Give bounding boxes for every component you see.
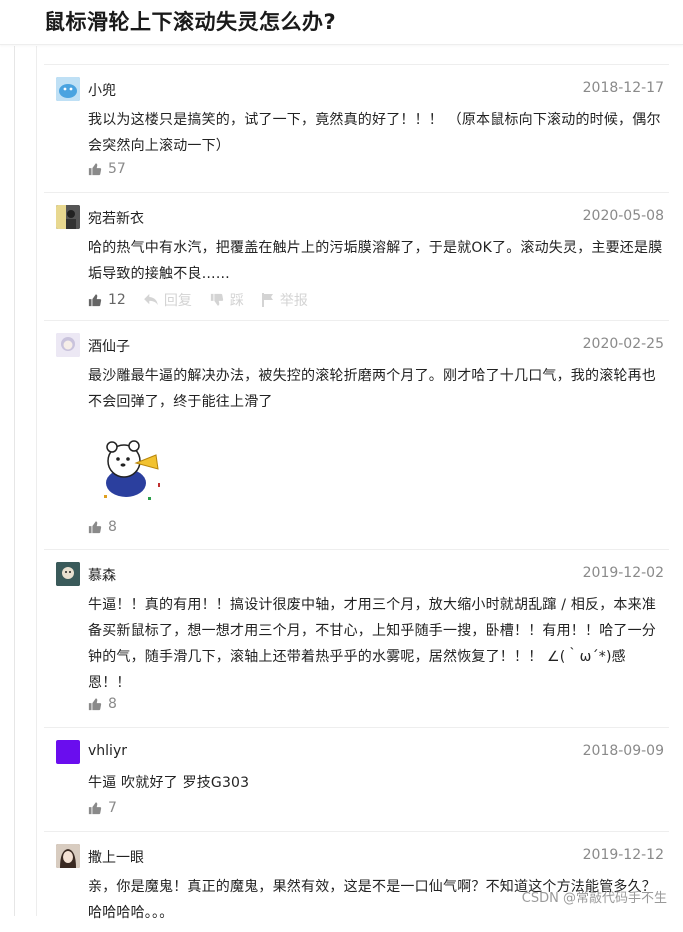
like-button[interactable]: 57: [88, 161, 126, 177]
comment-actions: 8: [88, 696, 135, 712]
comment-date: 2019-12-12: [582, 847, 664, 863]
bear-sticker-image: [104, 440, 160, 500]
comment-item: 小兜 2018-12-17 我以为这楼只是搞笑的，试了一下，竟然真的好了！！！ …: [44, 64, 669, 192]
comment-username[interactable]: 小兜: [88, 80, 116, 100]
thumbs-up-icon: [88, 802, 102, 815]
thumbs-down-icon: [210, 293, 223, 306]
like-button[interactable]: 7: [88, 800, 117, 816]
comment-text: 牛逼 吹就好了 罗技G303: [88, 775, 250, 791]
comment-item: vhliyr 2018-09-09 牛逼 吹就好了 罗技G303 7: [44, 727, 669, 831]
photo-avatar-icon: [56, 844, 80, 868]
comment-text: 我以为这楼只是搞笑的，试了一下，竟然真的好了！！！ （原本鼠标向下滚动的时候，偶…: [88, 112, 661, 154]
like-count: 8: [108, 519, 117, 535]
comment-list: 小兜 2018-12-17 我以为这楼只是搞笑的，试了一下，竟然真的好了！！！ …: [44, 64, 669, 932]
comment-text: 哈的热气中有水汽，把覆盖在触片上的污垢膜溶解了，于是就OK了。滚动失灵，主要还是…: [88, 240, 663, 282]
dislike-button[interactable]: 踩: [210, 290, 244, 310]
photo-avatar-icon: [56, 205, 80, 229]
cartoon-avatar-icon: [56, 77, 80, 101]
csdn-watermark: CSDN @常敲代码手不生: [521, 891, 667, 906]
comment-username[interactable]: 撒上一眼: [88, 847, 144, 867]
like-count: 8: [108, 696, 117, 712]
comment-text: 牛逼！！真的有用！！搞设计很废中轴，才用三个月，放大缩小时就胡乱蹿 / 相反，本…: [88, 597, 657, 691]
left-border-inner: [36, 46, 37, 916]
comment-actions: 12 回复 踩 举报: [88, 290, 326, 310]
like-button[interactable]: 8: [88, 696, 117, 712]
comment-username[interactable]: vhliyr: [88, 743, 127, 759]
comment-item: 宛若新衣 2020-05-08 哈的热气中有水汽，把覆盖在触片上的污垢膜溶解了，…: [44, 192, 669, 320]
reply-label: 回复: [163, 293, 192, 309]
comment-username[interactable]: 慕森: [88, 565, 116, 585]
comment-item: 撒上一眼 2019-12-12 亲，你是魔鬼！真正的魔鬼，果然有效，这是不是一口…: [44, 831, 669, 932]
comment-username[interactable]: 酒仙子: [88, 336, 130, 356]
thumbs-up-icon: [88, 521, 102, 534]
reply-button[interactable]: 回复: [143, 290, 192, 310]
avatar[interactable]: [56, 333, 80, 357]
anime-avatar-icon: [56, 333, 80, 357]
comment-date: 2018-09-09: [582, 743, 664, 759]
comment-username[interactable]: 宛若新衣: [88, 208, 144, 228]
thumbs-up-icon: [88, 163, 102, 176]
comment-date: 2018-12-17: [582, 80, 664, 96]
comment-text: 最沙雕最牛逼的解决办法，被失控的滚轮折磨两个月了。刚才哈了十几口气，我的滚轮再也…: [88, 368, 656, 410]
left-border: [14, 46, 15, 916]
avatar[interactable]: [56, 740, 80, 764]
report-label: 举报: [279, 293, 308, 309]
report-button[interactable]: 举报: [261, 290, 308, 310]
like-button[interactable]: 12: [88, 292, 126, 308]
flag-icon: [261, 293, 273, 307]
reply-arrow-icon: [143, 294, 158, 306]
avatar[interactable]: [56, 205, 80, 229]
thumbs-up-icon: [88, 294, 102, 307]
like-count: 12: [108, 292, 126, 308]
like-count: 57: [108, 161, 126, 177]
comment-actions: 57: [88, 161, 144, 177]
like-count: 7: [108, 800, 117, 816]
comment-item: 慕森 2019-12-02 牛逼！！真的有用！！搞设计很废中轴，才用三个月，放大…: [44, 549, 669, 727]
comment-actions: 8: [88, 519, 135, 535]
page-title: 鼠标滑轮上下滚动失灵怎么办?: [44, 10, 337, 34]
photo-avatar-icon: [56, 562, 80, 586]
comment-item: 酒仙子 2020-02-25 最沙雕最牛逼的解决办法，被失控的滚轮折磨两个月了。…: [44, 320, 669, 549]
avatar[interactable]: [56, 562, 80, 586]
avatar[interactable]: [56, 844, 80, 868]
comment-date: 2020-05-08: [582, 208, 664, 224]
comment-actions: 7: [88, 800, 135, 816]
title-bar: 鼠标滑轮上下滚动失灵怎么办?: [0, 0, 683, 45]
comment-date: 2019-12-02: [582, 565, 664, 581]
like-button[interactable]: 8: [88, 519, 117, 535]
dislike-label: 踩: [229, 293, 244, 309]
thumbs-up-icon: [88, 698, 102, 711]
avatar[interactable]: [56, 77, 80, 101]
comment-date: 2020-02-25: [582, 336, 664, 352]
